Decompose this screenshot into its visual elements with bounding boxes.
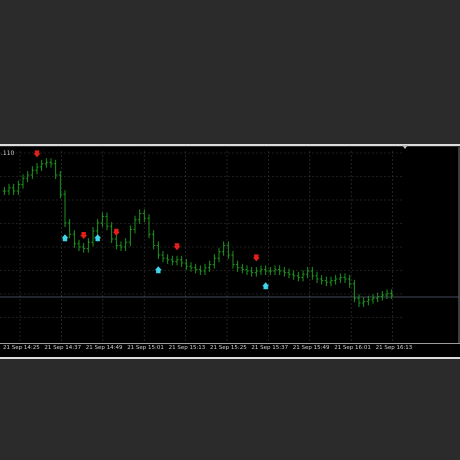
time-tick-label: 21 Sep 15:37 — [251, 345, 289, 351]
price-chart-window[interactable]: .110 21 Sep 14:25 21 Sep 14:37 21 Sep 14:4… — [0, 145, 460, 358]
time-tick-label: 21 Sep 16:13 — [375, 345, 413, 351]
time-tick-label: 21 Sep 14:49 — [85, 345, 123, 351]
time-tick-label: 21 Sep 15:49 — [292, 345, 330, 351]
time-tick-label: 21 Sep 14:25 — [3, 345, 40, 351]
chart-top-border — [0, 144, 460, 146]
time-axis: 21 Sep 14:25 21 Sep 14:37 21 Sep 14:49 21 S… — [0, 344, 460, 358]
time-tick-label: 21 Sep 15:13 — [168, 345, 206, 351]
candlestick-chart[interactable] — [0, 147, 460, 358]
price-scale-label: .110 — [1, 150, 15, 157]
chart-shift-marker-icon[interactable] — [402, 145, 408, 149]
time-tick-label: 21 Sep 15:25 — [210, 345, 247, 351]
desktop-area-top — [0, 0, 460, 145]
time-tick-label: 21 Sep 15:01 — [127, 345, 164, 351]
desktop-area-bottom — [0, 360, 460, 460]
chart-background — [0, 147, 460, 358]
time-tick-label: 21 Sep 16:01 — [334, 345, 371, 351]
chart-bottom-border — [0, 357, 460, 359]
time-tick-label: 21 Sep 14:37 — [44, 345, 82, 351]
